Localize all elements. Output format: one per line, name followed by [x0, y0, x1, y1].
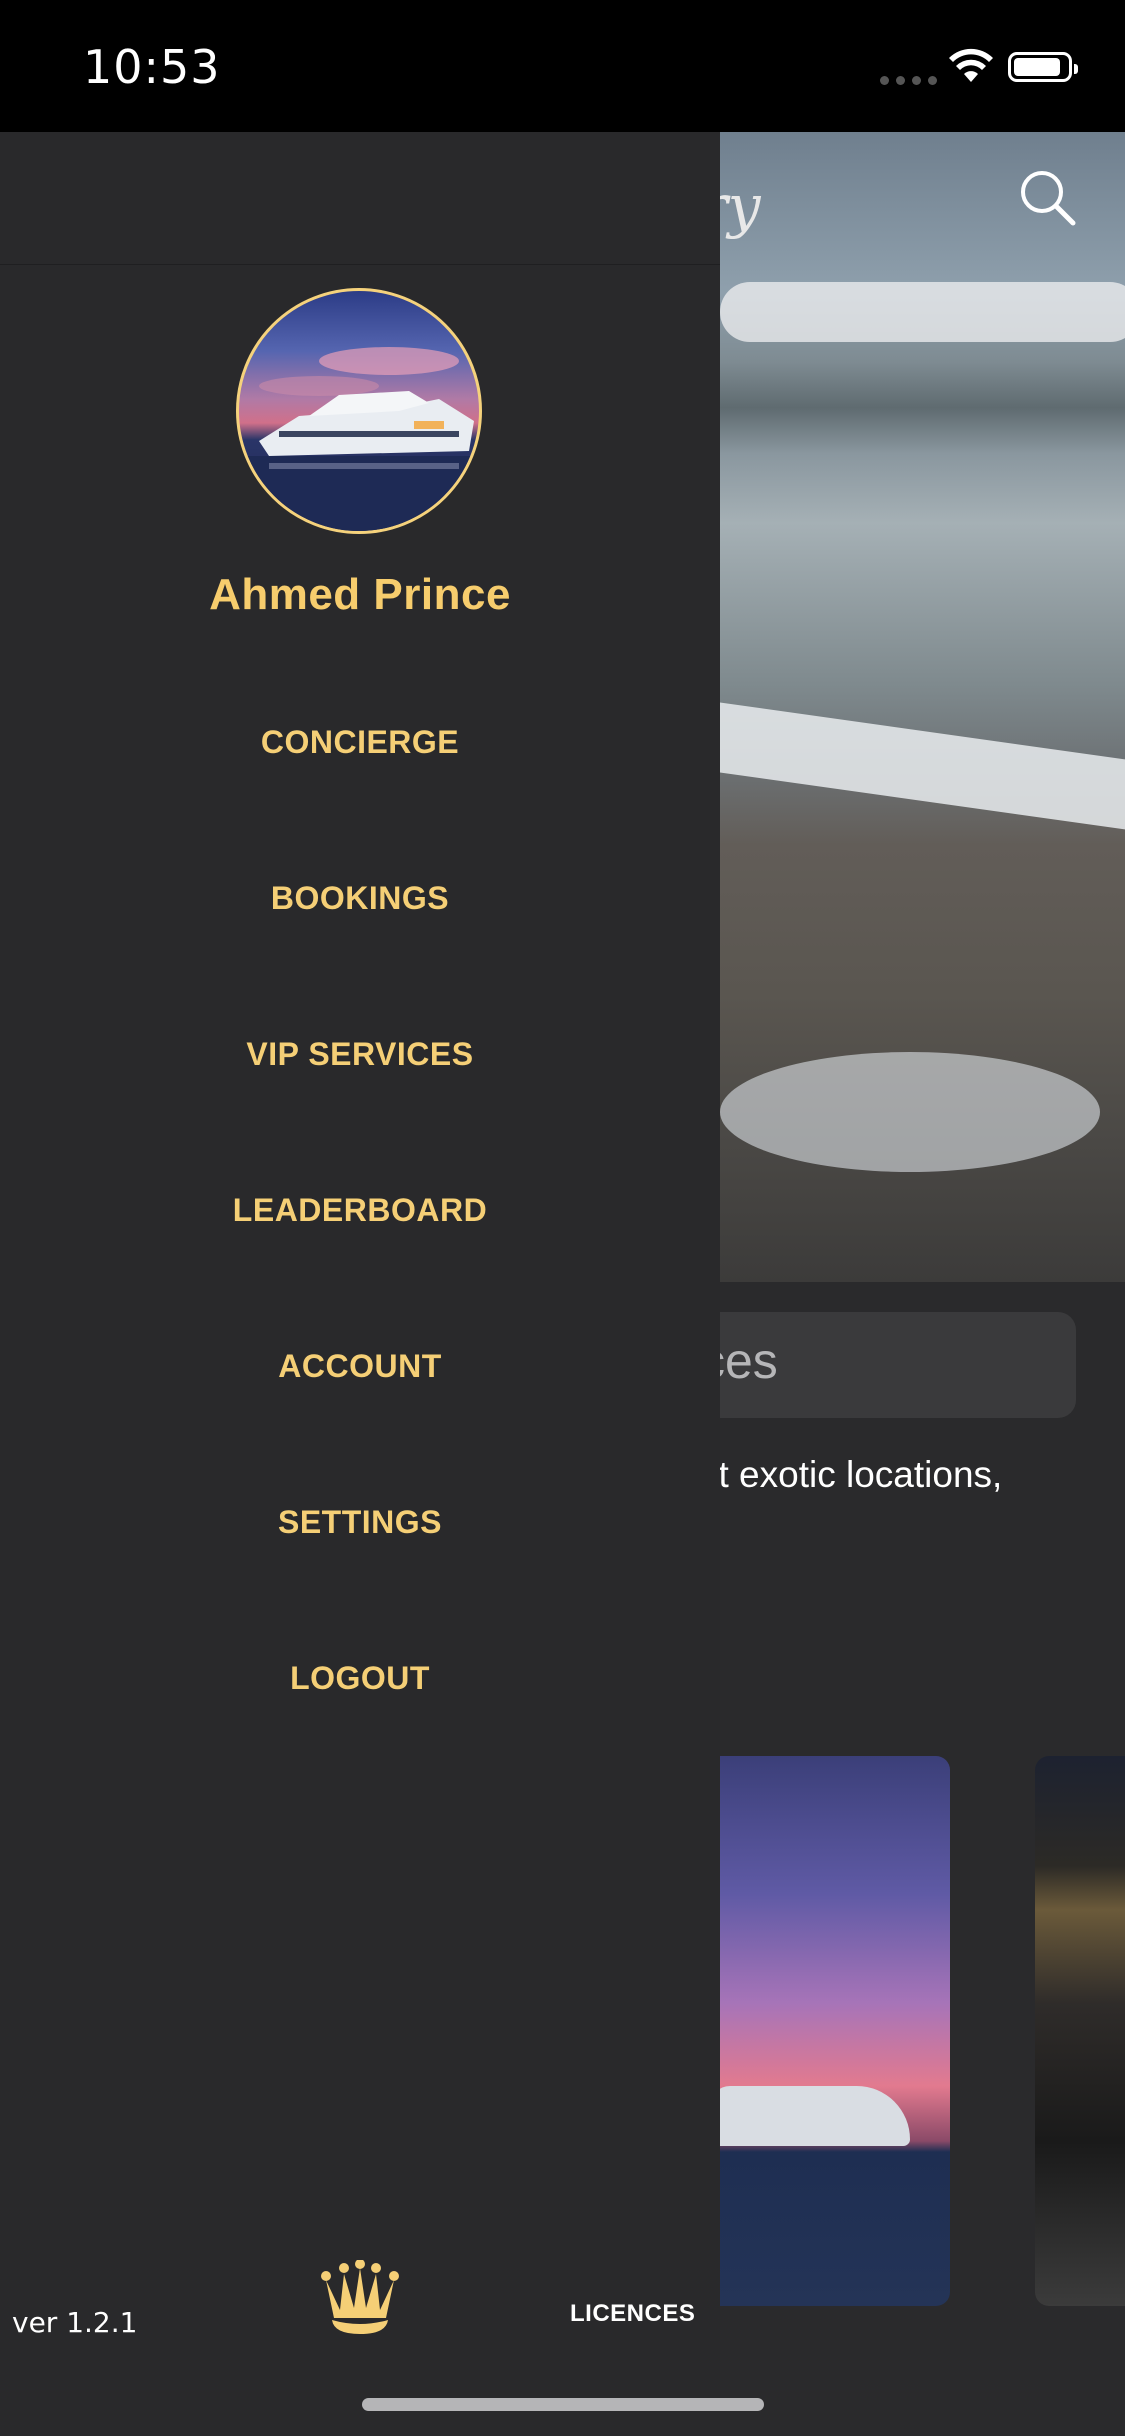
- search-icon[interactable]: [1018, 168, 1078, 228]
- menu-item-label: SETTINGS: [277, 1504, 442, 1540]
- licences-link[interactable]: LICENCES: [570, 2300, 695, 2328]
- destination-card[interactable]: [690, 1756, 950, 2306]
- status-bar: 10:53: [0, 0, 1125, 132]
- app-version: ver 1.2.1: [12, 2306, 138, 2339]
- menu-item-label: VIP SERVICES: [246, 1036, 474, 1072]
- menu-item-label: ACCOUNT: [278, 1348, 442, 1384]
- menu-item-label: LOGOUT: [290, 1660, 430, 1696]
- drawer-header: [0, 132, 720, 265]
- side-drawer: Ahmed Prince CONCIERGE BOOKINGS VIP SERV…: [0, 132, 720, 2436]
- menu-item-label: LEADERBOARD: [232, 1192, 488, 1228]
- menu-item-vip-services[interactable]: VIP SERVICES: [0, 1022, 720, 1178]
- wifi-icon: [949, 48, 993, 82]
- yacht-photo: [239, 347, 479, 531]
- menu-item-label: CONCIERGE: [260, 724, 460, 760]
- destination-card-2[interactable]: [1035, 1756, 1125, 2306]
- drawer-menu: CONCIERGE BOOKINGS VIP SERVICES LEADERBO…: [0, 710, 720, 1802]
- menu-item-settings[interactable]: SETTINGS: [0, 1490, 720, 1646]
- menu-item-label: BOOKINGS: [270, 880, 450, 916]
- menu-item-bookings[interactable]: BOOKINGS: [0, 866, 720, 1022]
- battery-icon: [1008, 52, 1078, 82]
- crown-icon: [321, 2260, 399, 2334]
- home-indicator[interactable]: [362, 2398, 764, 2411]
- cellular-signal-icon: [880, 76, 937, 85]
- menu-item-leaderboard[interactable]: LEADERBOARD: [0, 1178, 720, 1334]
- menu-item-concierge[interactable]: CONCIERGE: [0, 710, 720, 866]
- menu-item-account[interactable]: ACCOUNT: [0, 1334, 720, 1490]
- avatar[interactable]: [236, 288, 482, 534]
- description-text: st exotic locations,: [700, 1454, 1003, 1495]
- user-name: Ahmed Prince: [209, 570, 511, 619]
- status-time: 10:53: [83, 40, 221, 94]
- menu-item-logout[interactable]: LOGOUT: [0, 1646, 720, 1802]
